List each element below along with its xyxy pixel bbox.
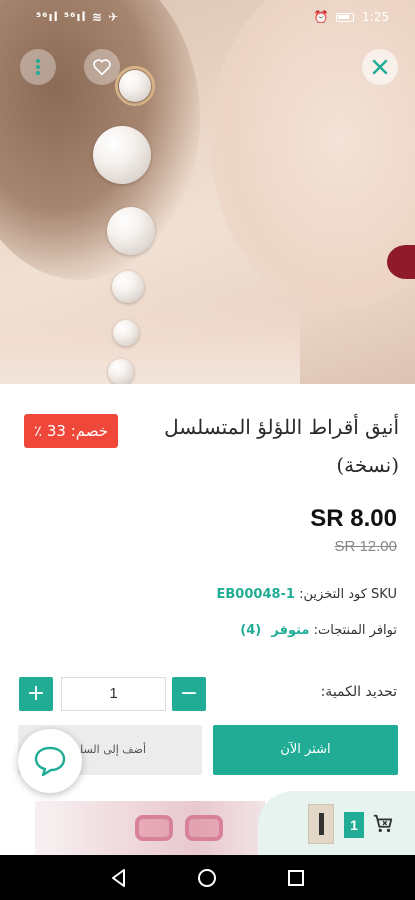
signal-icons: ⁵⁶ıl ⁵⁶ıl ≋ ✈ xyxy=(36,10,120,24)
product-image[interactable] xyxy=(0,0,415,384)
glasses-lens xyxy=(185,815,223,841)
pearl xyxy=(108,359,134,384)
pearl xyxy=(119,70,151,102)
pearl xyxy=(112,271,144,303)
alarm-icon: ⏰ xyxy=(313,10,329,24)
product-title: أنيق أقراط اللؤلؤ المتسلسل (نسخة) xyxy=(164,415,399,477)
battery-icon xyxy=(336,13,355,22)
chat-bubble-icon xyxy=(34,746,66,777)
buy-now-button[interactable]: اشتر الآن xyxy=(213,725,398,775)
home-icon[interactable] xyxy=(197,868,217,888)
cart-count-badge: 1 xyxy=(344,812,364,838)
quantity-decrease-button[interactable]: − xyxy=(172,677,206,711)
sku-value: EB00048-1 xyxy=(216,587,295,602)
availability-value: متوفر xyxy=(271,623,310,638)
sku-label: SKU كود التخزين: xyxy=(299,587,397,602)
status-right: ⏰ 1:25 xyxy=(313,10,389,24)
glasses-lens xyxy=(135,815,173,841)
availability-count: (4) xyxy=(240,623,262,638)
cart-icon xyxy=(373,814,393,833)
quantity-label: تحديد الكمية: xyxy=(320,684,397,700)
system-nav-bar xyxy=(0,855,415,900)
more-vertical-icon xyxy=(36,59,40,75)
image-neck xyxy=(0,300,300,384)
related-product-image[interactable] xyxy=(35,801,265,856)
status-bar: ⁵⁶ıl ⁵⁶ıl ≋ ✈ ⏰ 1:25 xyxy=(0,0,415,34)
pearl xyxy=(107,207,155,255)
pearl xyxy=(113,320,139,346)
sku-row: SKU كود التخزين: EB00048-1 xyxy=(217,587,397,602)
back-icon[interactable] xyxy=(109,868,129,888)
current-price: SR 8.00 xyxy=(310,505,397,532)
recents-icon[interactable] xyxy=(286,868,306,888)
discount-badge: خصم: 33 ٪ xyxy=(24,414,119,448)
image-face xyxy=(210,0,415,310)
heart-outline-icon xyxy=(93,59,111,76)
favorite-button[interactable] xyxy=(84,49,120,85)
quantity-input[interactable]: 1 xyxy=(61,677,166,711)
quantity-value: 1 xyxy=(109,685,118,702)
quantity-increase-button[interactable]: + xyxy=(19,677,53,711)
more-options-button[interactable] xyxy=(20,49,56,85)
availability-row: توافر المنتجات: متوفر (4) xyxy=(240,623,397,638)
chat-button[interactable] xyxy=(18,729,82,793)
clock: 1:25 xyxy=(362,10,389,24)
original-price: SR 12.00 xyxy=(334,538,397,555)
availability-label: توافر المنتجات: xyxy=(313,623,397,638)
cart-widget[interactable]: 1 xyxy=(258,791,415,861)
cart-item-thumbnail xyxy=(308,804,334,844)
pearl xyxy=(93,126,151,184)
close-icon xyxy=(372,59,388,75)
close-button[interactable] xyxy=(362,49,398,85)
